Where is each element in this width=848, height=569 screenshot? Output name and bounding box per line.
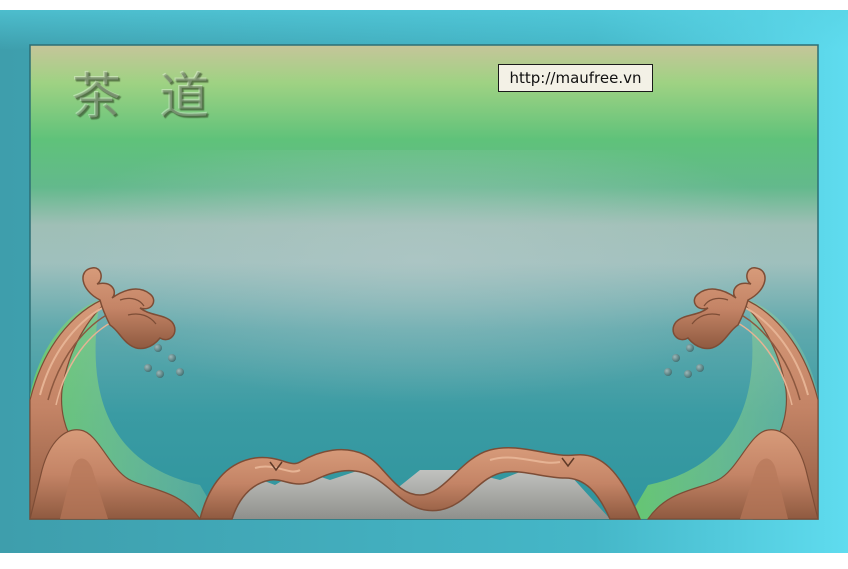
carving-artwork: 茶 道 http://maufree.vn <box>0 0 848 565</box>
relief-panel-image <box>0 10 848 553</box>
watermark-url-text: http://maufree.vn <box>509 69 642 87</box>
calligraphy-char-way: 道 <box>160 68 210 126</box>
watermark-url-box: http://maufree.vn <box>498 64 653 92</box>
calligraphy-char-tea: 茶 <box>72 68 122 126</box>
